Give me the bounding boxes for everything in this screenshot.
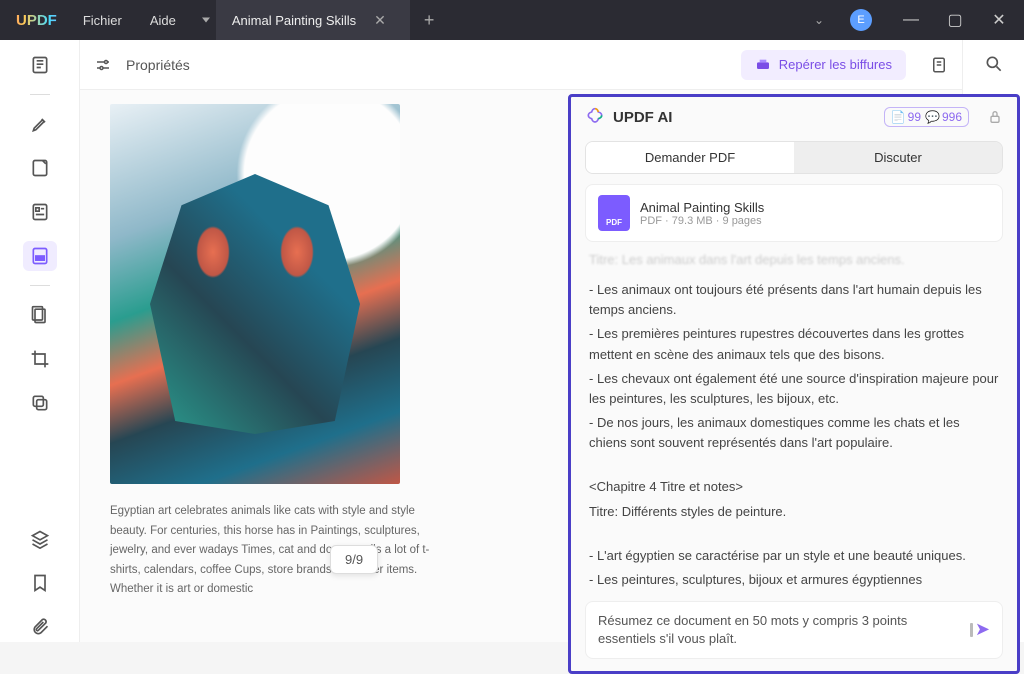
- window-controls: ⌄ E — ▢ ✕: [814, 5, 1024, 35]
- ai-credits[interactable]: 📄99 💬996: [884, 107, 969, 127]
- ai-panel: UPDF AI 📄99 💬996 Demander PDF Discuter A…: [568, 94, 1020, 674]
- app-logo: UPDF: [0, 12, 73, 29]
- maximize-button[interactable]: ▢: [936, 5, 974, 35]
- search-icon[interactable]: [984, 54, 1004, 74]
- chevron-down-icon[interactable]: ⌄: [814, 13, 824, 27]
- ai-input-text[interactable]: Résumez ce document en 50 mots y compris…: [598, 612, 962, 648]
- lock-icon[interactable]: [987, 109, 1003, 125]
- reveal-redactions-button[interactable]: Repérer les biffures: [741, 50, 906, 80]
- sliders-icon[interactable]: [94, 56, 112, 74]
- compress-icon[interactable]: [23, 388, 57, 418]
- chat-chapter: <Chapitre 4 Titre et notes>: [589, 477, 999, 497]
- ai-tabs: Demander PDF Discuter: [585, 141, 1003, 174]
- content-area: Propriétés Repérer les biffures Egyptian…: [80, 40, 962, 642]
- highlight-icon[interactable]: [23, 109, 57, 139]
- main-menu: Fichier Aide: [73, 13, 186, 28]
- new-tab-button[interactable]: +: [416, 10, 443, 31]
- document-tab[interactable]: Animal Painting Skills ✕: [216, 0, 410, 40]
- document-image: [110, 104, 400, 484]
- send-icon: ➤: [975, 619, 990, 640]
- chat-line: - Les chevaux ont également été une sour…: [589, 369, 999, 409]
- main-region: Propriétés Repérer les biffures Egyptian…: [0, 40, 1024, 642]
- layers-icon[interactable]: [23, 524, 57, 554]
- ai-header: UPDF AI 📄99 💬996: [571, 97, 1017, 137]
- ai-file-info[interactable]: Animal Painting Skills PDF · 79.3 MB · 9…: [585, 184, 1003, 242]
- chat-line: - L'art égyptien se caractérise par un s…: [589, 546, 999, 566]
- close-button[interactable]: ✕: [980, 5, 1018, 35]
- tab-title: Animal Painting Skills: [232, 13, 356, 28]
- attachment-icon[interactable]: [23, 612, 57, 642]
- redaction-icon: [755, 57, 771, 73]
- pages-icon[interactable]: [23, 300, 57, 330]
- titlebar: UPDF Fichier Aide Animal Painting Skills…: [0, 0, 1024, 40]
- ai-file-meta: PDF · 79.3 MB · 9 pages: [640, 215, 764, 227]
- ai-input-row[interactable]: Résumez ce document en 50 mots y compris…: [585, 601, 1003, 659]
- menu-help[interactable]: Aide: [150, 13, 176, 28]
- redact-icon[interactable]: [23, 241, 57, 271]
- left-toolbar: [0, 40, 80, 642]
- annotate-icon[interactable]: [23, 153, 57, 183]
- ai-chat-body[interactable]: Titre: Les animaux dans l'art depuis les…: [571, 250, 1017, 591]
- tab-ask-pdf[interactable]: Demander PDF: [586, 142, 794, 173]
- credit-doc-icon: 📄99: [891, 110, 921, 124]
- thumbnails-icon[interactable]: [23, 50, 57, 80]
- cursor-bar: [970, 623, 973, 637]
- close-icon[interactable]: ✕: [366, 12, 394, 29]
- chat-subtitle: Titre: Différents styles de peinture.: [589, 502, 999, 522]
- updf-ai-logo-icon: [585, 107, 605, 127]
- chat-line: - De nos jours, les animaux domestiques …: [589, 413, 999, 453]
- content-topbar: Propriétés Repérer les biffures: [80, 40, 962, 90]
- menu-file[interactable]: Fichier: [83, 13, 122, 28]
- minimize-button[interactable]: —: [892, 5, 930, 35]
- chat-line: - Les premières peintures rupestres déco…: [589, 324, 999, 364]
- divider: [30, 285, 50, 286]
- ai-title: UPDF AI: [613, 109, 672, 126]
- divider: [30, 94, 50, 95]
- reveal-redactions-label: Repérer les biffures: [779, 57, 892, 72]
- properties-label: Propriétés: [126, 57, 190, 73]
- bookmark-icon[interactable]: [23, 568, 57, 598]
- user-avatar[interactable]: E: [850, 9, 872, 31]
- crop-icon[interactable]: [23, 344, 57, 374]
- pdf-icon: [598, 195, 630, 231]
- document-text: Egyptian art celebrates animals like cat…: [110, 502, 430, 600]
- ai-file-name: Animal Painting Skills: [640, 200, 764, 215]
- page-indicator[interactable]: 9/9: [330, 545, 378, 574]
- tab-chat[interactable]: Discuter: [794, 142, 1002, 173]
- send-button[interactable]: ➤: [970, 619, 990, 640]
- form-icon[interactable]: [23, 197, 57, 227]
- chat-line: - Les peintures, sculptures, bijoux et a…: [589, 570, 999, 590]
- chat-line-blur: Titre: Les animaux dans l'art depuis les…: [589, 250, 999, 270]
- document-icon[interactable]: [930, 56, 948, 74]
- credit-chat-icon: 💬996: [925, 110, 962, 124]
- chat-line: - Les animaux ont toujours été présents …: [589, 280, 999, 320]
